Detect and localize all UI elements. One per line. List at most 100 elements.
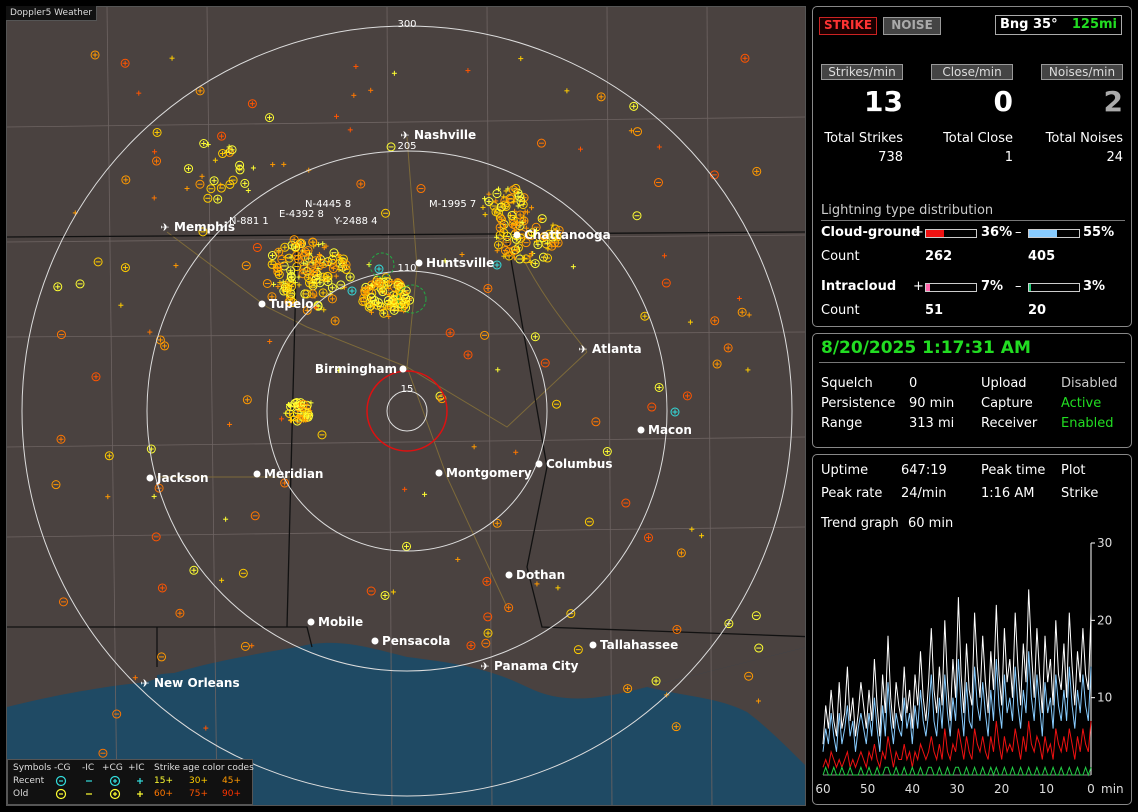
- y-tick-label: 20: [1097, 613, 1112, 627]
- squelch-value: 0: [909, 376, 918, 391]
- capture-label: Capture: [981, 396, 1033, 411]
- ring-label-110: 110: [397, 263, 416, 274]
- trend-chart: 10 20 30 60 50 40 30 20 10 0 min: [815, 536, 1123, 796]
- trend-graph-label: Trend graph: [821, 516, 899, 531]
- city-dot: [513, 231, 521, 239]
- city-dot: [535, 460, 543, 468]
- receiver-label: Receiver: [981, 416, 1038, 431]
- peak-rate-label: Peak rate: [821, 486, 883, 501]
- app-title: Doppler5 Weather: [6, 6, 98, 21]
- lightning-map[interactable]: 300 205 110 15 ✈ Nashville ✈ Memphis Chattan…: [6, 6, 806, 806]
- legend-recent-label: Recent: [13, 776, 45, 786]
- peak-time-label: Peak time: [981, 463, 1046, 478]
- x-tick-label: 30: [949, 782, 964, 796]
- city-label: Columbus: [546, 457, 613, 471]
- distribution-title: Lightning type distribution: [821, 203, 994, 218]
- city-dot: [253, 470, 261, 478]
- trend-graph-value: 60 min: [908, 516, 954, 531]
- city-dot: [505, 571, 513, 579]
- range-value: 125mi: [1071, 17, 1117, 32]
- city-dot: [589, 641, 597, 649]
- strike-button[interactable]: STRIKE: [819, 17, 877, 35]
- datetime-display: 8/20/2025 1:17:31 AM: [821, 338, 1031, 358]
- noises-per-min-value: 2: [1103, 85, 1123, 118]
- peak-time-value: 1:16 AM: [981, 486, 1035, 501]
- legend-symbols-label: Symbols: [13, 763, 52, 773]
- city-new-orleans: ✈ New Orleans: [140, 676, 239, 690]
- airport-icon: ✈: [578, 343, 587, 356]
- legend-age-title: Strike age color codes: [154, 763, 254, 773]
- ic-positive-pct: 7%: [981, 279, 1004, 294]
- city-label: Tallahassee: [600, 638, 678, 652]
- persistence-label: Persistence: [821, 396, 896, 411]
- city-label: Pensacola: [382, 634, 450, 648]
- ic-positive-count: 51: [925, 303, 944, 318]
- recent-symbols: [55, 775, 143, 787]
- trend-series-line-3: [822, 765, 1092, 777]
- city-dot: [307, 618, 315, 626]
- city-pensacola: Pensacola: [371, 634, 450, 648]
- city-tallahassee: Tallahassee: [589, 638, 678, 652]
- city-label: Memphis: [174, 220, 235, 234]
- city-label: Nashville: [414, 128, 476, 142]
- storm-track-label: Y-2488 4: [333, 216, 378, 227]
- cg-plus-sign: +: [913, 225, 924, 240]
- city-label: Huntsville: [426, 256, 494, 270]
- x-tick-label: 50: [860, 782, 875, 796]
- uptime-value: 647:19: [901, 463, 947, 478]
- total-close-label: Total Close: [943, 131, 1013, 146]
- total-noises-label: Total Noises: [1045, 131, 1123, 146]
- y-tick-label: 30: [1097, 536, 1112, 550]
- receiver-value: Enabled: [1061, 416, 1114, 431]
- city-panama-city: ✈ Panama City: [480, 659, 578, 673]
- airport-icon: ✈: [160, 221, 169, 234]
- airport-icon: ✈: [140, 677, 149, 690]
- city-dot: [415, 259, 423, 267]
- total-close-value: 1: [1004, 150, 1013, 165]
- capture-value: Active: [1061, 396, 1102, 411]
- total-noises-value: 24: [1106, 150, 1123, 165]
- ic-negative-bar: [1028, 283, 1080, 292]
- city-label: Macon: [648, 423, 692, 437]
- intracloud-label: Intracloud: [821, 279, 897, 294]
- total-strikes-label: Total Strikes: [824, 131, 903, 146]
- status-divider: [819, 362, 1125, 363]
- close-per-min-header: Close/min: [931, 64, 1013, 80]
- legend-old-age-2: 75+: [189, 789, 208, 799]
- city-dot: [146, 474, 154, 482]
- ic-negative-pct: 3%: [1083, 279, 1106, 294]
- ic-count-label: Count: [821, 303, 860, 318]
- status-panel: 8/20/2025 1:17:31 AM Squelch 0 Upload Di…: [812, 333, 1132, 448]
- uptime-label: Uptime: [821, 463, 869, 478]
- legend-col-ic-pos: +IC: [128, 763, 145, 773]
- city-label: Panama City: [494, 659, 579, 673]
- legend-old-label: Old: [13, 789, 29, 799]
- trend-panel: Uptime 647:19 Peak time Plot Peak rate 2…: [812, 454, 1132, 805]
- bearing-range-box: Bng 35° 125mi: [995, 15, 1122, 35]
- city-meridian: Meridian: [253, 467, 323, 481]
- legend-symbol-grid: [55, 775, 143, 800]
- city-birmingham: Birmingham: [315, 362, 407, 376]
- x-tick-label: 20: [994, 782, 1009, 796]
- noise-button[interactable]: NOISE: [883, 17, 941, 35]
- city-label: Chattanooga: [524, 228, 611, 242]
- trend-series-line-0: [822, 589, 1092, 745]
- strikes-per-min-value: 13: [864, 85, 903, 118]
- city-label: Tupelo: [269, 297, 314, 311]
- cg-negative-bar: [1028, 229, 1080, 238]
- map-canvas[interactable]: 300 205 110 15 ✈ Nashville ✈ Memphis Chattan…: [7, 7, 806, 806]
- city-label: Montgomery: [446, 466, 532, 480]
- ring-label-205: 205: [397, 141, 416, 152]
- upload-label: Upload: [981, 376, 1027, 391]
- city-chattanooga: Chattanooga: [513, 228, 611, 242]
- city-label: Meridian: [264, 467, 323, 481]
- cg-minus-sign: –: [1015, 225, 1022, 240]
- persistence-value: 90 min: [909, 396, 955, 411]
- cloud-ground-label: Cloud-ground: [821, 225, 921, 240]
- strikes-per-min-header: Strikes/min: [821, 64, 903, 80]
- distribution-divider: [821, 220, 1125, 221]
- city-dot: [258, 300, 266, 308]
- storm-track-label: E-4392 8: [279, 209, 324, 220]
- city-dot: [435, 469, 443, 477]
- summary-panel: STRIKE NOISE Bng 35° 125mi Strikes/min C…: [812, 6, 1132, 327]
